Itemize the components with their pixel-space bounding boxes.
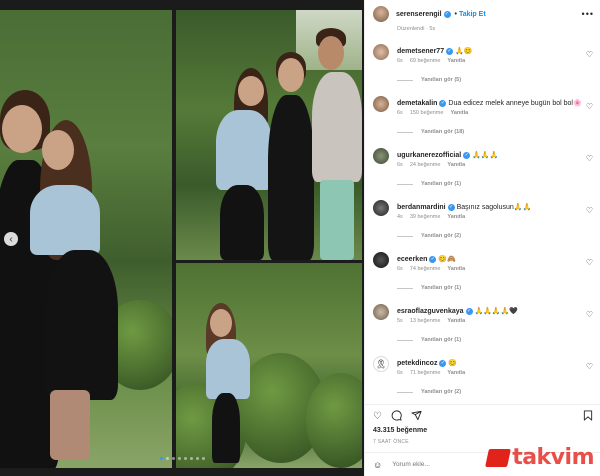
photo-mother-daughter <box>0 10 172 468</box>
comment-likes[interactable]: 69 beğenme <box>410 58 441 64</box>
view-replies-button[interactable]: Yanıtları gör (1) <box>397 181 461 187</box>
heart-icon[interactable]: ♡ <box>373 411 382 422</box>
comment-item: 🎗 petekdincoz ✓ 😊 6s 71 beğenme Yanıtla ♡ Y… <box>365 352 600 404</box>
comment-item: berdanmardini ✓ Başınız sagolusun🙏🙏 4s 39 … <box>365 196 600 248</box>
comment-text: 😊🙈 <box>436 256 456 263</box>
comment-heart-icon[interactable]: ♡ <box>586 310 593 319</box>
commenter-avatar[interactable] <box>373 304 389 320</box>
comment-text: 🙏😊 <box>453 48 473 55</box>
comment-heart-icon[interactable]: ♡ <box>586 154 593 163</box>
comment-item: eceerken ✓ 😊🙈 6s 74 beğenme Yanıtla ♡ Yanıt… <box>365 248 600 300</box>
post-sidebar: serenserengil ✓ • Takip Et ••• Düzenlend… <box>364 0 600 476</box>
comment-item: ugurkanerezofficial ✓ 🙏🙏🙏 6s 24 beğenme Yan… <box>365 144 600 196</box>
view-replies-button[interactable]: Yanıtları gör (1) <box>397 285 461 291</box>
comment-text: Dua edicez melek anneye bugün bol bol🌸 <box>446 100 582 107</box>
comment-likes[interactable]: 74 beğenme <box>410 266 441 272</box>
reply-button[interactable]: Yanıtla <box>447 266 465 272</box>
comment-input[interactable] <box>392 461 483 468</box>
comment-likes[interactable]: 24 beğenme <box>410 162 441 168</box>
edited-label: Düzenlendi · 5s <box>397 26 436 32</box>
commenter-avatar[interactable] <box>373 96 389 112</box>
comment-time: 4s <box>397 214 403 220</box>
author-username[interactable]: serenserengil <box>396 11 442 18</box>
post-time: 7 SAAT ÖNCE <box>373 439 409 445</box>
verified-badge-icon: ✓ <box>465 307 473 315</box>
carousel-dots <box>0 457 364 460</box>
comment-time: 6s <box>397 162 403 168</box>
comment-text: 😊 <box>446 360 458 367</box>
reply-button[interactable]: Yanıtla <box>447 318 465 324</box>
more-horizontal-icon[interactable]: ••• <box>582 9 594 19</box>
post-media[interactable]: ‹ <box>0 0 364 476</box>
commenter-username[interactable]: eceerken <box>397 256 427 263</box>
reply-button[interactable]: Yanıtla <box>447 370 465 376</box>
verified-badge-icon: ✓ <box>447 203 455 211</box>
commenter-username[interactable]: petekdincoz <box>397 360 437 367</box>
reply-button[interactable]: Yanıtla <box>447 214 465 220</box>
comment-likes[interactable]: 39 beğenme <box>410 214 441 220</box>
view-replies-button[interactable]: Yanıtları gör (5) <box>397 77 461 83</box>
view-replies-button[interactable]: Yanıtları gör (18) <box>397 129 464 135</box>
comment-text: 🙏🙏🙏🙏🖤 <box>472 308 519 315</box>
verified-badge-icon: ✓ <box>443 10 451 18</box>
comment-icon[interactable] <box>391 409 402 424</box>
post-actions: ♡ <box>365 404 600 422</box>
commenter-username[interactable]: berdanmardini <box>397 204 446 211</box>
takvim-watermark: takvim <box>485 445 594 470</box>
emoji-icon[interactable]: ☺ <box>373 460 382 470</box>
commenter-avatar[interactable] <box>373 148 389 164</box>
share-icon[interactable] <box>411 410 422 424</box>
comment-item: esraoflazguvenkaya ✓ 🙏🙏🙏🙏🖤 5s 13 beğenme Ya… <box>365 300 600 352</box>
commenter-username[interactable]: demetakalin <box>397 100 437 107</box>
bookmark-icon[interactable] <box>583 409 593 424</box>
black-ribbon-avatar[interactable]: 🎗 <box>373 356 389 372</box>
takvim-logo-icon <box>485 448 512 467</box>
comment-item: demetakalin ✓ Dua edicez melek anneye bug… <box>365 92 600 144</box>
author-avatar[interactable] <box>373 6 389 22</box>
reply-button[interactable]: Yanıtla <box>447 162 465 168</box>
commenter-username[interactable]: esraoflazguvenkaya <box>397 308 464 315</box>
comment-text: Başınız sagolusun🙏🙏 <box>454 204 532 211</box>
view-replies-button[interactable]: Yanıtları gör (2) <box>397 389 461 395</box>
comment-time: 6s <box>397 110 403 116</box>
comment-heart-icon[interactable]: ♡ <box>586 206 593 215</box>
photo-daughter-garden <box>176 263 362 468</box>
comment-likes[interactable]: 71 beğenme <box>410 370 441 376</box>
comment-time: 6s <box>397 370 403 376</box>
comment-item: demetsener77 ✓ 🙏😊 6s 69 beğenme Yanıtla ♡ Y… <box>365 40 600 92</box>
comment-time: 6s <box>397 58 403 64</box>
comment-likes[interactable]: 150 beğenme <box>410 110 444 116</box>
view-replies-button[interactable]: Yanıtları gör (1) <box>397 337 461 343</box>
comment-time: 5s <box>397 318 403 324</box>
previous-image-icon[interactable]: ‹ <box>4 232 18 246</box>
comment-heart-icon[interactable]: ♡ <box>586 102 593 111</box>
comment-time: 6s <box>397 266 403 272</box>
comment-likes[interactable]: 13 beğenme <box>410 318 441 324</box>
post-header: serenserengil ✓ • Takip Et ••• <box>365 0 600 28</box>
comment-text: 🙏🙏🙏 <box>470 152 499 159</box>
commenter-username[interactable]: ugurkanerezofficial <box>397 152 461 159</box>
comment-heart-icon[interactable]: ♡ <box>586 362 593 371</box>
reply-button[interactable]: Yanıtla <box>447 58 465 64</box>
commenter-avatar[interactable] <box>373 252 389 268</box>
photo-family <box>176 10 362 260</box>
comment-heart-icon[interactable]: ♡ <box>586 258 593 267</box>
follow-button[interactable]: • Takip Et <box>455 11 486 18</box>
commenter-username[interactable]: demetsener77 <box>397 48 444 55</box>
comment-list: demetsener77 ✓ 🙏😊 6s 69 beğenme Yanıtla ♡ Y… <box>365 40 600 404</box>
commenter-avatar[interactable] <box>373 200 389 216</box>
commenter-avatar[interactable] <box>373 44 389 60</box>
reply-button[interactable]: Yanıtla <box>450 110 468 116</box>
like-count[interactable]: 43.315 beğenme <box>373 427 427 434</box>
watermark-text: takvim <box>512 445 594 470</box>
view-replies-button[interactable]: Yanıtları gör (2) <box>397 233 461 239</box>
comment-heart-icon[interactable]: ♡ <box>586 50 593 59</box>
